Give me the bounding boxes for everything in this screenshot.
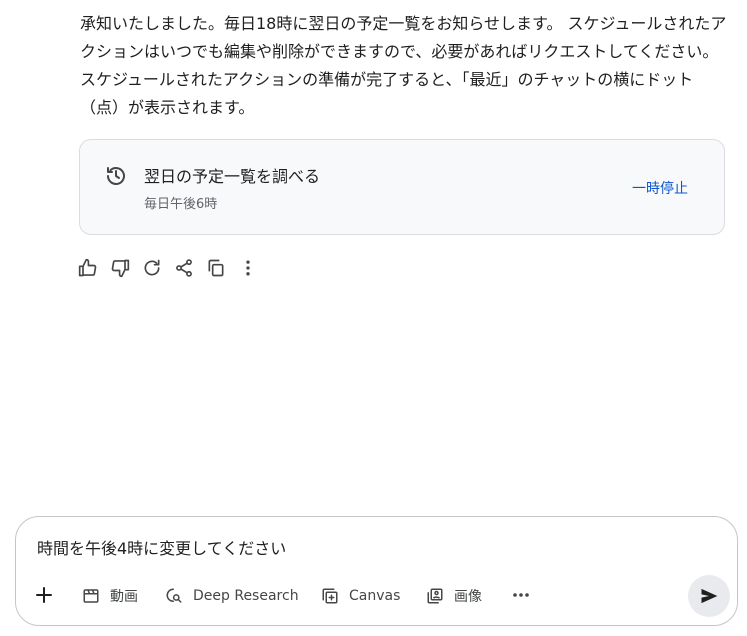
image-icon <box>427 588 443 604</box>
response-line: クションはいつでも編集や削除ができますので、必要があればリクエストしてください。 <box>80 42 719 61</box>
tool-image-button[interactable]: 画像 <box>426 585 482 607</box>
copy-icon[interactable] <box>206 258 226 278</box>
model-response: 承知いたしました。毎日18時に翌日の予定一覧をお知らせします。 スケジュールされ… <box>80 10 730 122</box>
scheduled-action-schedule: 毎日午後6時 <box>144 197 218 212</box>
prompt-input[interactable]: 時間を午後4時に変更してください <box>37 535 286 559</box>
tool-deep-research-button[interactable]: Deep Research <box>165 585 299 607</box>
send-icon <box>701 588 718 604</box>
video-icon <box>83 589 99 603</box>
pause-button[interactable]: 一時停止 <box>632 178 688 198</box>
scheduled-action-card[interactable]: 翌日の予定一覧を調べる 毎日午後6時 一時停止 <box>79 139 725 235</box>
response-line: スケジュールされたアクションの準備が完了すると、「最近」のチャットの横にドット <box>80 70 694 89</box>
scheduled-action-title: 翌日の予定一覧を調べる <box>144 167 321 186</box>
tool-label: Deep Research <box>193 588 299 604</box>
tool-canvas-button[interactable]: Canvas <box>321 585 400 607</box>
deep-research-icon <box>166 588 182 603</box>
thumbs-down-icon[interactable] <box>110 258 130 278</box>
regenerate-icon[interactable] <box>142 258 162 278</box>
add-icon[interactable] <box>32 583 56 607</box>
tool-label: 画像 <box>454 589 482 605</box>
prompt-composer: 時間を午後4時に変更してください 動画 Deep Research Canvas <box>15 516 738 626</box>
thumbs-up-icon[interactable] <box>78 258 98 278</box>
history-icon <box>104 164 128 188</box>
tool-label: Canvas <box>349 588 401 604</box>
more-horiz-icon[interactable] <box>511 587 531 603</box>
response-line: 承知いたしました。毎日18時に翌日の予定一覧をお知らせします。 スケジュールされ… <box>80 14 727 33</box>
send-button[interactable] <box>688 575 730 617</box>
response-line: （点）が表示されます。 <box>80 98 255 117</box>
share-icon[interactable] <box>174 258 194 278</box>
more-vert-icon[interactable] <box>238 258 258 278</box>
tool-video-button[interactable]: 動画 <box>82 585 138 607</box>
canvas-icon <box>322 588 338 604</box>
tool-label: 動画 <box>110 589 138 605</box>
